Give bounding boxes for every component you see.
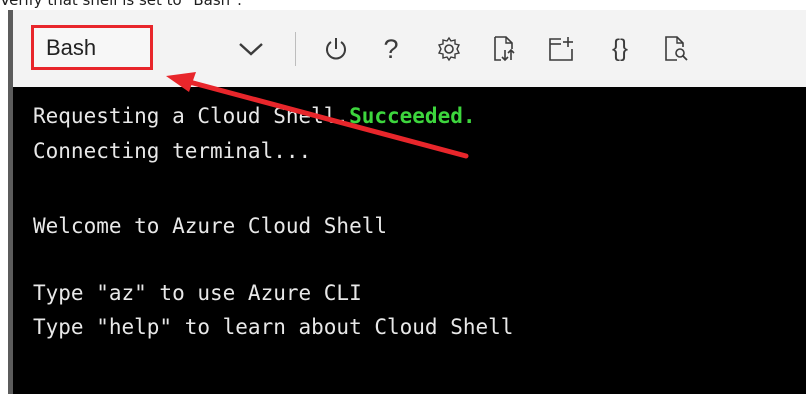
shell-toolbar: Bash ? {} bbox=[13, 10, 806, 88]
terminal-text: Requesting a Cloud Shell. bbox=[33, 104, 350, 128]
terminal-line-2: Connecting terminal... bbox=[33, 139, 312, 163]
chevron-down-icon[interactable] bbox=[231, 32, 271, 66]
help-icon[interactable]: ? bbox=[373, 32, 409, 66]
cloud-shell-panel: Bash ? {} Requesting a Cloud Shell.Succe… bbox=[8, 10, 806, 394]
upload-download-icon[interactable] bbox=[486, 32, 522, 66]
preview-icon[interactable] bbox=[658, 32, 694, 66]
status-succeeded: Succeeded. bbox=[349, 104, 476, 128]
settings-icon[interactable] bbox=[431, 32, 467, 66]
terminal-line-3: Welcome to Azure Cloud Shell bbox=[33, 214, 388, 238]
new-session-icon[interactable] bbox=[543, 32, 579, 66]
power-icon[interactable] bbox=[318, 32, 354, 66]
terminal-line-1: Requesting a Cloud Shell.Succeeded. bbox=[33, 104, 476, 128]
shell-type-selector[interactable]: Bash bbox=[31, 25, 153, 70]
shell-type-label: Bash bbox=[46, 34, 97, 60]
braces-icon[interactable]: {} bbox=[598, 32, 642, 66]
terminal-line-4: Type "az" to use Azure CLI bbox=[33, 281, 362, 305]
toolbar-divider bbox=[295, 32, 296, 66]
terminal-line-5: Type "help" to learn about Cloud Shell bbox=[33, 315, 514, 339]
terminal-output[interactable]: Requesting a Cloud Shell.Succeeded. Conn… bbox=[13, 87, 806, 394]
